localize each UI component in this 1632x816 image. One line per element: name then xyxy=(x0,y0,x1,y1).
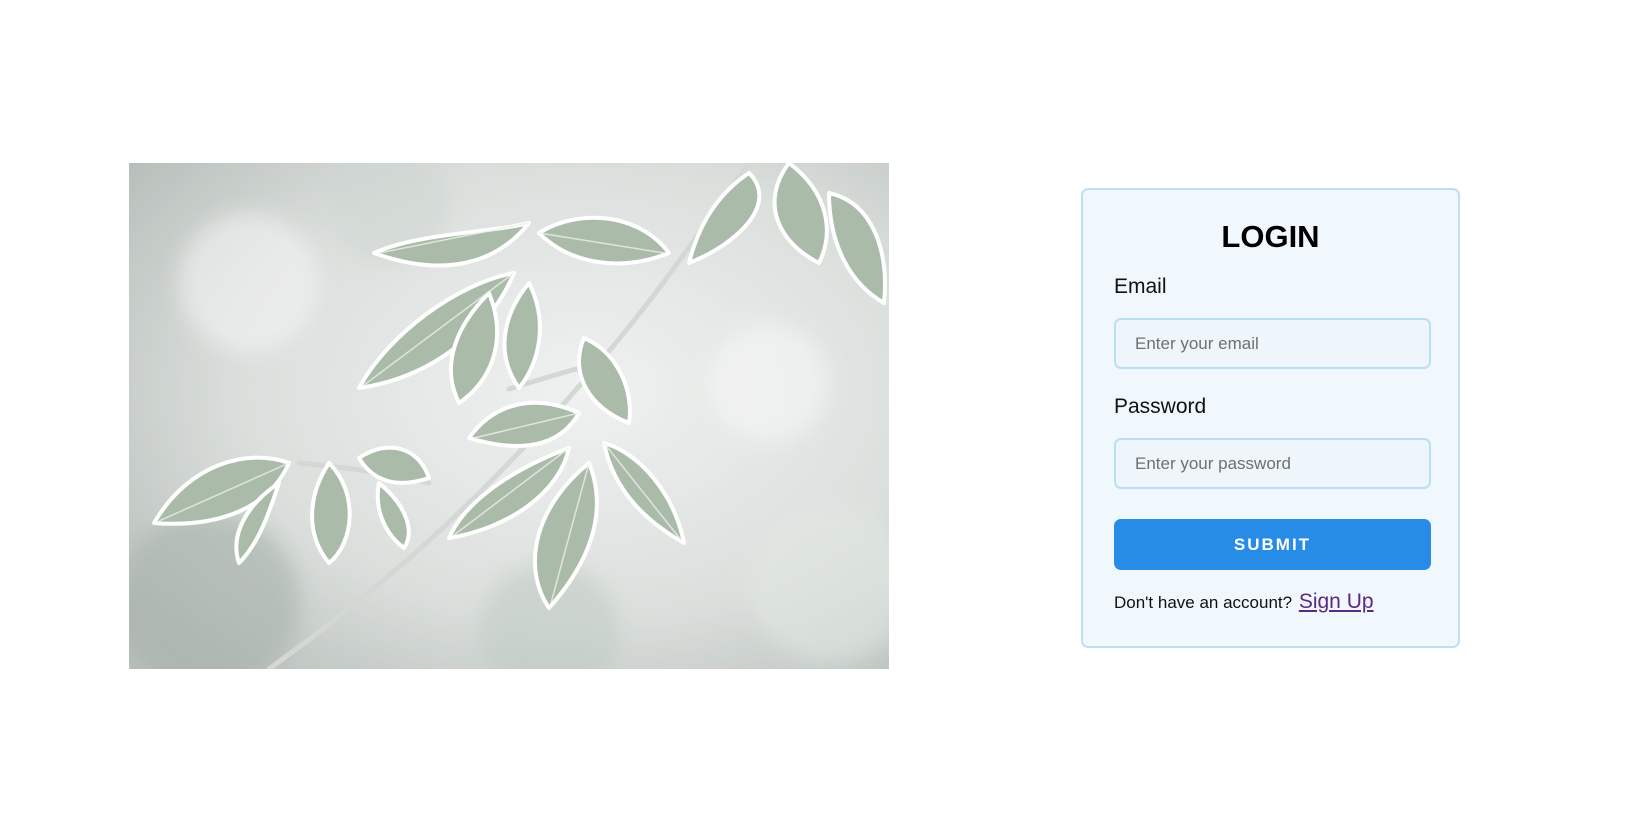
email-label: Email xyxy=(1114,275,1167,298)
hero-image xyxy=(129,163,889,669)
frosted-leaves-photo xyxy=(129,163,889,669)
login-page: LOGIN Email Password SUBMIT Don't have a… xyxy=(0,0,1632,816)
password-label: Password xyxy=(1114,395,1207,418)
password-input[interactable] xyxy=(1114,438,1431,489)
signup-link[interactable]: Sign Up xyxy=(1299,590,1374,613)
login-title: LOGIN xyxy=(1221,219,1320,254)
signup-row: Don't have an account? Sign Up xyxy=(1114,590,1427,615)
submit-button[interactable]: SUBMIT xyxy=(1114,519,1431,570)
signup-prompt: Don't have an account? xyxy=(1114,593,1293,612)
login-card: LOGIN Email Password SUBMIT Don't have a… xyxy=(1081,188,1460,648)
email-input[interactable] xyxy=(1114,318,1431,369)
